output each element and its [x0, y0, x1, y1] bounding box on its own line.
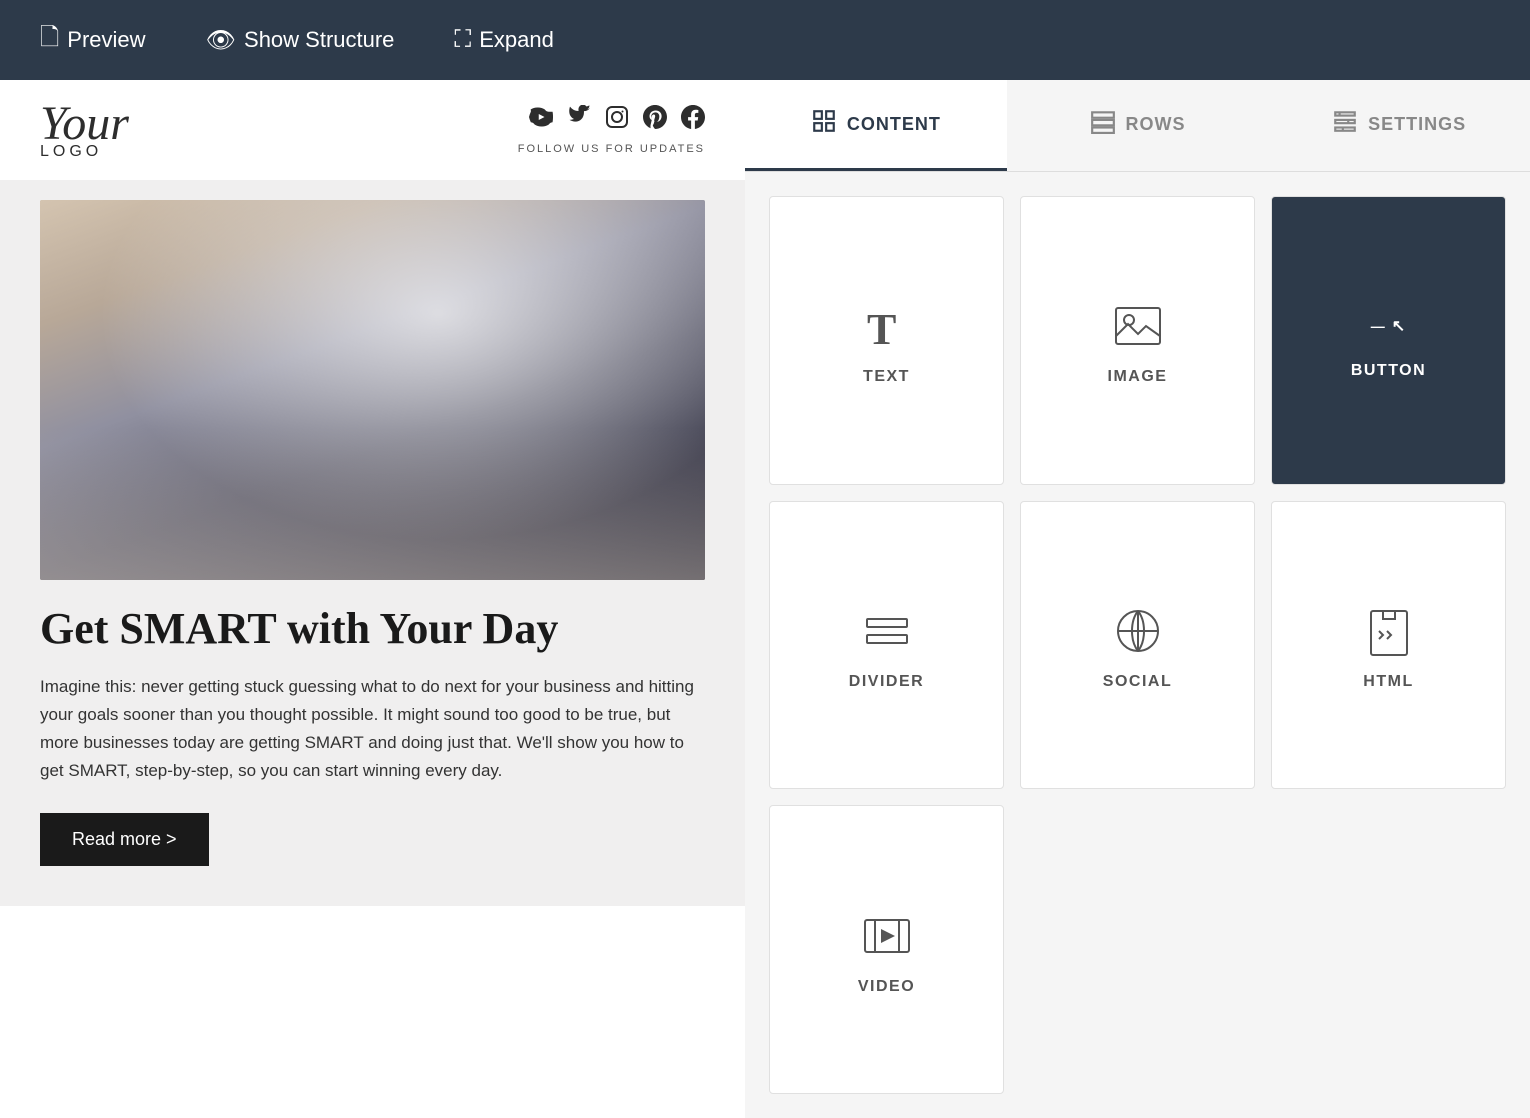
article-heading: Get SMART with Your Day — [40, 604, 705, 655]
social-label: SOCIAL — [1103, 673, 1172, 691]
logo-area: Your LOGO — [40, 100, 129, 160]
preview-panel: Your LOGO — [0, 80, 745, 1118]
content-item-html[interactable]: HTML — [1271, 501, 1506, 790]
content-item-image[interactable]: IMAGE — [1020, 196, 1255, 485]
expand-label: Expand — [479, 27, 554, 53]
preview-label: Preview — [67, 27, 145, 53]
button-label: BUTTON — [1351, 362, 1426, 380]
show-structure-label: Show Structure — [244, 27, 394, 53]
divider-label: DIVIDER — [849, 673, 924, 691]
image-icon — [1112, 300, 1164, 352]
content-item-text[interactable]: T TEXT — [769, 196, 1004, 485]
instagram-icon[interactable] — [605, 105, 629, 135]
preview-button[interactable]: 🗋 Preview — [30, 14, 156, 67]
read-more-button[interactable]: Read more > — [40, 813, 209, 866]
social-icons-row — [518, 105, 705, 135]
social-icon — [1112, 605, 1164, 657]
svg-text:T: T — [867, 305, 896, 352]
logo-text: Your LOGO — [40, 97, 129, 160]
document-icon: 🗋 — [40, 20, 59, 61]
content-item-button[interactable]: — ↖ BUTTON — [1271, 196, 1506, 485]
content-item-divider[interactable]: DIVIDER — [769, 501, 1004, 790]
eye-icon: 👁 — [206, 26, 236, 55]
content-item-video[interactable]: VIDEO — [769, 805, 1004, 1094]
button-icon: — ↖ — [1343, 306, 1434, 346]
grid-icon — [811, 108, 837, 140]
expand-icon: ⛶ — [454, 26, 471, 54]
article-image — [40, 200, 705, 580]
text-icon: T — [861, 300, 913, 352]
sidebar-tabs: CONTENT ROWS SETTINGS — [745, 80, 1530, 172]
expand-button[interactable]: ⛶ Expand — [444, 20, 563, 60]
html-icon — [1363, 605, 1415, 657]
toolbar: 🗋 Preview 👁 Show Structure ⛶ Expand — [0, 0, 1530, 80]
article-body: Imagine this: never getting stuck guessi… — [40, 673, 705, 785]
show-structure-button[interactable]: 👁 Show Structure — [196, 20, 405, 61]
tab-settings[interactable]: SETTINGS — [1268, 80, 1530, 171]
twitter-icon[interactable] — [567, 105, 591, 135]
image-label: IMAGE — [1108, 368, 1168, 386]
rows-icon — [1090, 108, 1116, 140]
video-label: VIDEO — [858, 978, 915, 996]
email-content: Get SMART with Your Day Imagine this: ne… — [0, 180, 745, 906]
youtube-icon[interactable] — [529, 105, 553, 135]
main-area: Your LOGO — [0, 80, 1530, 1118]
social-area: FOLLOW US FOR UPDATES — [518, 105, 705, 155]
content-grid: T TEXT IMAGE — [745, 172, 1530, 1118]
content-item-social[interactable]: SOCIAL — [1020, 501, 1255, 790]
email-header: Your LOGO — [0, 80, 745, 180]
text-label: TEXT — [863, 368, 910, 386]
sidebar: CONTENT ROWS SETTINGS — [745, 80, 1530, 1118]
settings-icon — [1332, 108, 1358, 140]
tab-content-label: CONTENT — [847, 114, 941, 135]
tab-rows[interactable]: ROWS — [1007, 80, 1269, 171]
pinterest-icon[interactable] — [643, 105, 667, 135]
divider-icon — [861, 605, 913, 657]
tab-rows-label: ROWS — [1126, 114, 1186, 135]
tab-settings-label: SETTINGS — [1368, 114, 1466, 135]
video-icon — [861, 910, 913, 962]
tab-content[interactable]: CONTENT — [745, 80, 1007, 171]
facebook-icon[interactable] — [681, 105, 705, 135]
html-label: HTML — [1363, 673, 1413, 691]
follow-text: FOLLOW US FOR UPDATES — [518, 143, 705, 155]
